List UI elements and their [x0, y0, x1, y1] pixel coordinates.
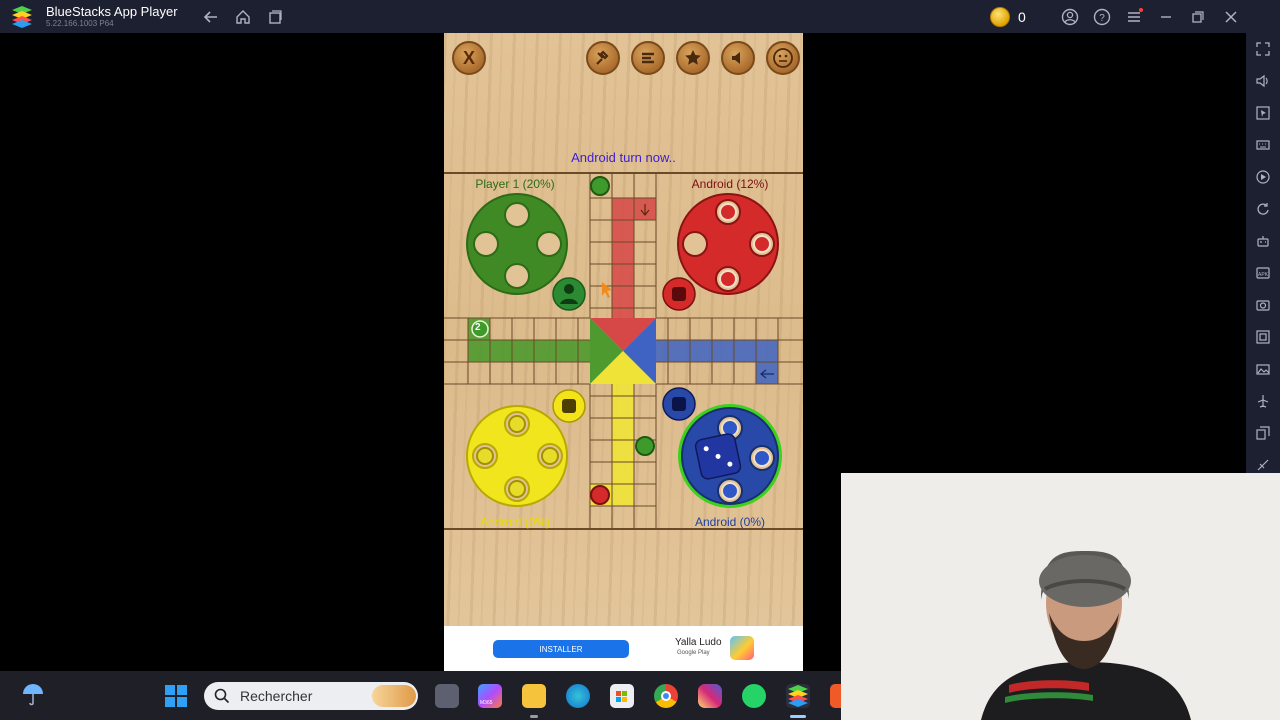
- hammer-icon: [596, 50, 609, 65]
- yellow-home-path: [612, 384, 634, 506]
- red-home-path: [612, 198, 634, 320]
- webcam-overlay: [841, 473, 1280, 720]
- webcam-person-image: [841, 473, 1280, 720]
- home-icon[interactable]: [233, 7, 253, 27]
- install-button[interactable]: INSTALLER: [493, 640, 629, 658]
- fullscreen-icon[interactable]: [1254, 40, 1272, 58]
- whatsapp-icon[interactable]: [742, 684, 766, 708]
- app-version: 5.22.166.1003 P64: [46, 19, 114, 28]
- windows-start-icon[interactable]: [164, 684, 188, 708]
- bars-icon: [642, 52, 654, 64]
- ad-store-label: Google Play: [677, 650, 710, 656]
- sound-button[interactable]: [721, 41, 755, 75]
- hammer-button[interactable]: [586, 41, 620, 75]
- rotate-icon[interactable]: [1254, 200, 1272, 218]
- player-avatar-icon: [552, 277, 586, 311]
- recent-apps-icon[interactable]: [265, 7, 285, 27]
- speaker-icon: [732, 52, 740, 64]
- task-view-icon[interactable]: [435, 684, 459, 708]
- red-android-avatar-icon: [662, 277, 696, 311]
- svg-text:?: ?: [1099, 13, 1105, 24]
- taskbar-search[interactable]: Rechercher: [204, 682, 418, 710]
- coin-count: 0: [1018, 9, 1026, 25]
- rate-button[interactable]: [676, 41, 710, 75]
- svg-text:APK: APK: [1258, 272, 1269, 278]
- active-app-indicator: [790, 715, 806, 718]
- title-bar: BlueStacks App Player 5.22.166.1003 P64 …: [0, 0, 1280, 33]
- coin-icon: [990, 7, 1010, 27]
- bluestacks-logo-icon: [12, 6, 32, 28]
- ad-banner[interactable]: INSTALLER Yalla Ludo Google Play: [444, 626, 803, 671]
- gamepad-icon[interactable]: [1254, 232, 1272, 250]
- turn-status: Android turn now..: [571, 150, 676, 165]
- close-game-button[interactable]: X: [452, 41, 486, 75]
- app-title: BlueStacks App Player: [46, 4, 178, 19]
- restore-icon[interactable]: [1188, 7, 1208, 27]
- help-icon[interactable]: ?: [1092, 7, 1112, 27]
- close-window-icon[interactable]: [1221, 7, 1241, 27]
- m365-copilot-icon[interactable]: M365: [478, 684, 502, 708]
- ludo-board: 2 Player 1 (20%) Android (12%) Android (…: [444, 172, 803, 530]
- edge-browser-icon[interactable]: [566, 684, 590, 708]
- minimize-icon[interactable]: [1156, 7, 1176, 27]
- windows-taskbar: Rechercher M365: [0, 671, 841, 720]
- emoji-button[interactable]: [766, 41, 800, 75]
- record-icon[interactable]: [1254, 328, 1272, 346]
- red-android-label: Android (12%): [691, 177, 769, 191]
- menu-icon[interactable]: [1124, 7, 1144, 27]
- blue-home-path: [656, 340, 778, 362]
- m365-label: M365: [480, 700, 493, 706]
- ad-app-name: Yalla Ludo: [675, 637, 722, 648]
- macro-play-icon[interactable]: [1254, 168, 1272, 186]
- media-folder-icon[interactable]: [1254, 360, 1272, 378]
- file-explorer-icon[interactable]: [522, 684, 546, 708]
- player-1-label: Player 1 (20%): [475, 177, 555, 191]
- blue-android-label: Android (0%): [694, 515, 766, 529]
- screenshot-icon[interactable]: [1254, 296, 1272, 314]
- yellow-android-avatar-icon: [552, 389, 586, 423]
- apk-icon[interactable]: APK: [1254, 264, 1272, 282]
- board-drawing: [444, 174, 803, 530]
- multi-instance-icon[interactable]: [1254, 424, 1272, 442]
- running-app-indicator: [530, 715, 538, 718]
- dice-icon[interactable]: [694, 433, 742, 480]
- bluestacks-sidebar: APK: [1246, 33, 1280, 473]
- chrome-icon[interactable]: [654, 684, 678, 708]
- smiley-icon: [773, 48, 793, 68]
- volume-icon[interactable]: [1254, 72, 1272, 90]
- green-home-path: [468, 340, 590, 362]
- back-icon[interactable]: [201, 7, 221, 27]
- blue-android-avatar-icon: [662, 387, 696, 421]
- search-highlight-image: [372, 685, 416, 707]
- green-token-2[interactable]: [635, 436, 655, 456]
- keyboard-icon[interactable]: [1254, 136, 1272, 154]
- yellow-android-label: Android (0%): [479, 515, 551, 529]
- search-placeholder: Rechercher: [240, 688, 313, 704]
- instagram-icon[interactable]: [698, 684, 722, 708]
- account-icon[interactable]: [1060, 7, 1080, 27]
- stats-button[interactable]: [631, 41, 665, 75]
- close-game-label: X: [462, 47, 475, 68]
- airplane-icon[interactable]: [1254, 392, 1272, 410]
- weather-icon[interactable]: [20, 683, 46, 707]
- brave-icon[interactable]: [830, 684, 841, 708]
- mouse-cursor-icon: [602, 282, 612, 298]
- bluestacks-taskbar-icon[interactable]: [786, 684, 810, 708]
- microsoft-store-icon[interactable]: [610, 684, 634, 708]
- green-stack-count: 2: [475, 322, 481, 333]
- star-icon: [685, 50, 701, 65]
- ludo-game-screen: X Android turn now.. 2 Player 1 (20%) An…: [444, 33, 803, 671]
- search-icon: [214, 688, 230, 704]
- ad-app-icon[interactable]: [730, 636, 754, 660]
- eco-mode-icon[interactable]: [1254, 456, 1272, 474]
- red-token[interactable]: [590, 485, 610, 505]
- green-token[interactable]: [590, 176, 610, 196]
- coin-balance[interactable]: 0: [990, 6, 1026, 28]
- pointer-icon[interactable]: [1254, 104, 1272, 122]
